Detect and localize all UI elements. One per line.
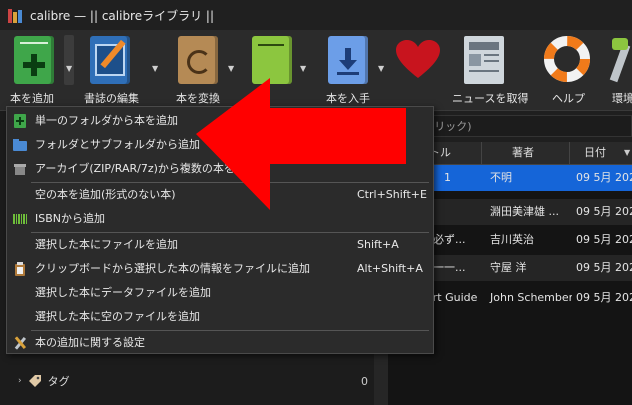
menu-item-add-empty-file[interactable]: 選択した本に空のファイルを追加 (7, 305, 433, 329)
menu-item-add-from-folders[interactable]: フォルダとサブフォルダから追加 (7, 133, 433, 157)
get-books-button[interactable]: ▼ 本を入手 (318, 30, 394, 110)
cell-date: 09 5月 202 (576, 233, 632, 246)
help-label: ヘルプ (552, 92, 585, 105)
help-button[interactable]: ヘルプ (538, 30, 594, 110)
cell-author: John Schember (490, 291, 572, 304)
add-books-menu: 単一のフォルダから本を追加 A フォルダとサブフォルダから追加 アーカイブ(ZI… (6, 106, 434, 354)
heart-icon (396, 40, 440, 80)
menu-item-add-data-file[interactable]: 選択した本にデータファイルを追加 (7, 281, 433, 305)
wrench-icon (606, 38, 632, 83)
view-button[interactable]: ▼ (240, 30, 306, 110)
view-book-icon (252, 36, 292, 84)
main-toolbar: ▼ 本を追加 ▼ 書誌の編集 ▼ 本を変換 ▼ ▼ 本を入手 ニュースを取得 ヘ… (0, 30, 632, 111)
donate-button[interactable] (392, 30, 442, 110)
folder-icon (13, 138, 27, 152)
tag-browser-item-tags[interactable]: › タグ 0 (18, 370, 368, 392)
cell-date: 09 5月 202 (576, 171, 632, 184)
column-header-author[interactable]: 著者 (482, 142, 570, 164)
title-bar: calibre — || calibreライブラリ || (0, 0, 632, 30)
menu-item-add-from-isbn[interactable]: ISBNから追加 (7, 207, 433, 231)
edit-metadata-icon (90, 36, 130, 84)
preferences-button[interactable]: 環境 (600, 30, 632, 110)
chevron-down-icon: ▼ (66, 64, 73, 73)
barcode-icon (13, 212, 27, 226)
tags-label: タグ (47, 375, 70, 388)
edit-metadata-label: 書誌の編集 (84, 92, 139, 105)
add-books-label: 本を追加 (10, 92, 54, 105)
edit-metadata-button[interactable]: ▼ 書誌の編集 (80, 30, 160, 110)
clipboard-icon (13, 262, 27, 276)
cell-author: 淵田美津雄 ... (490, 205, 559, 218)
chevron-down-icon: ▼ (378, 64, 385, 73)
chevron-down-icon: ▼ (300, 64, 307, 73)
calibre-logo-icon (8, 7, 24, 23)
expand-arrow-icon: › (18, 376, 22, 386)
chevron-down-icon: ▼ (152, 64, 159, 73)
lifebuoy-icon (544, 36, 590, 82)
menu-item-add-books-settings[interactable]: 本の追加に関する設定 (7, 331, 433, 355)
tag-icon (28, 374, 42, 388)
cell-author: 吉川英治 (490, 233, 534, 246)
cell-date: 09 5月 202 (576, 291, 632, 304)
convert-books-button[interactable]: ▼ 本を変換 (166, 30, 236, 110)
get-books-icon (328, 36, 368, 84)
menu-item-add-files-to-selected[interactable]: 選択した本にファイルを追加 Shift+A (7, 233, 433, 257)
convert-books-label: 本を変換 (176, 92, 220, 105)
archive-icon (13, 162, 27, 176)
add-book-icon (14, 36, 54, 84)
cell-author: 守屋 洋 (490, 261, 527, 274)
add-books-dropdown-toggle[interactable] (64, 35, 74, 85)
add-book-icon (13, 114, 27, 128)
column-header-date[interactable]: 日付 (570, 142, 632, 164)
cell-title: 1 (444, 171, 451, 184)
menu-item-add-from-single-folder[interactable]: 単一のフォルダから本を追加 A (7, 109, 433, 133)
window-title: calibre — || calibreライブラリ || (30, 8, 215, 23)
menu-item-add-from-archive[interactable]: アーカイブ(ZIP/RAR/7z)から複数の本を追加 (7, 157, 433, 181)
tags-count: 0 (361, 374, 368, 388)
tools-icon (13, 336, 27, 350)
cell-date: 09 5月 202 (576, 261, 632, 274)
menu-item-add-from-clipboard[interactable]: クリップボードから選択した本の情報をファイルに追加 Alt+Shift+A (7, 257, 433, 281)
fetch-news-label: ニュースを取得 (452, 92, 529, 105)
preferences-label: 環境 (612, 92, 632, 105)
fetch-news-button[interactable]: ニュースを取得 (448, 30, 528, 110)
sort-arrow-icon: ▼ (624, 148, 631, 157)
add-books-button[interactable]: ▼ 本を追加 (0, 30, 76, 110)
cell-date: 09 5月 202 (576, 205, 632, 218)
convert-book-icon (178, 36, 218, 84)
get-books-label: 本を入手 (326, 92, 370, 105)
cell-author: 不明 (490, 171, 512, 184)
menu-item-add-empty-book[interactable]: 空の本を追加(形式のない本) Ctrl+Shift+E (7, 183, 433, 207)
chevron-down-icon: ▼ (228, 64, 235, 73)
newspaper-icon (464, 36, 504, 84)
